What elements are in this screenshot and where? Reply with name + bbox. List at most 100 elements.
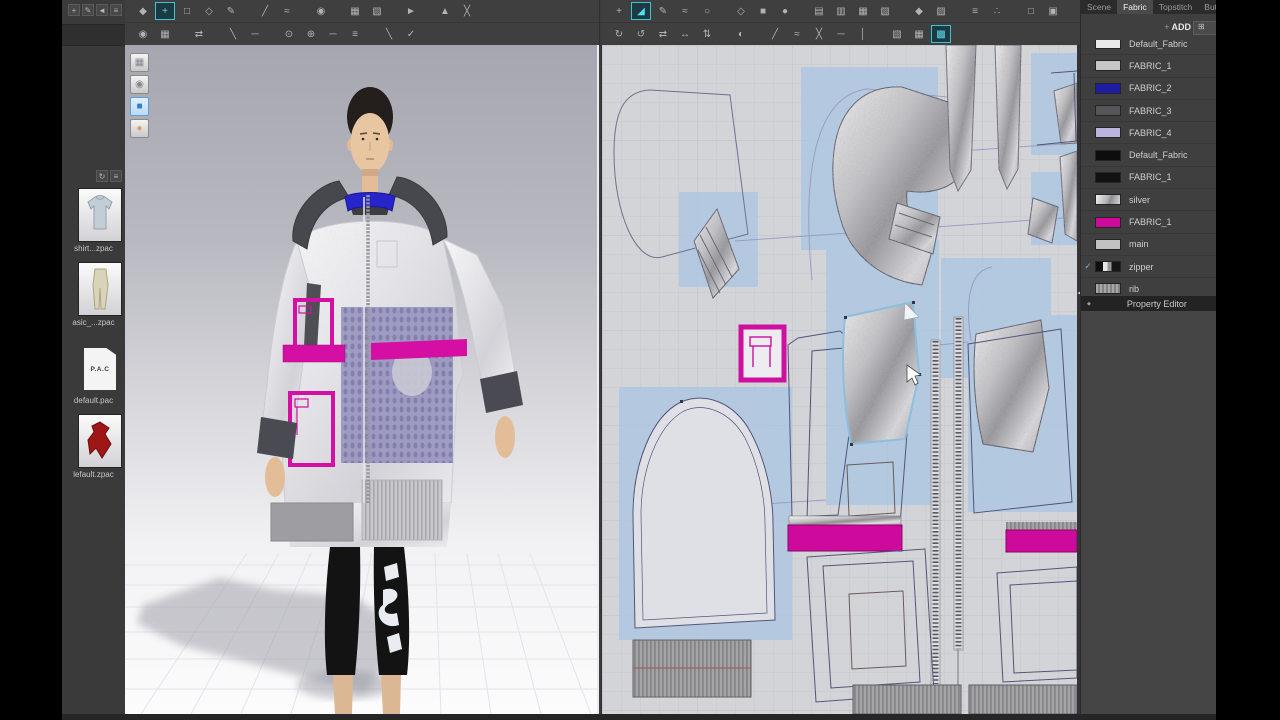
tab-fabric[interactable]: Fabric: [1117, 0, 1153, 14]
arrange-clothes-tool[interactable]: ▧: [367, 2, 387, 20]
polygon-tool[interactable]: ◇: [731, 2, 751, 20]
symmetry-tool[interactable]: ⇄: [189, 25, 209, 43]
edit-curve-tool[interactable]: ≈: [675, 2, 695, 20]
edit-pattern-tool[interactable]: ◢: [631, 2, 651, 20]
library-menu-icon[interactable]: ≡: [110, 4, 122, 16]
copy-fabric-button[interactable]: ⊞: [1193, 21, 1216, 35]
pants-thumbnail[interactable]: [78, 262, 122, 316]
colorway-tool[interactable]: ▩: [931, 25, 951, 43]
pac-file-thumbnail[interactable]: P.A.C: [78, 344, 122, 394]
pattern-piece-magenta-pocket[interactable]: [741, 327, 784, 380]
rectangle-tool[interactable]: ■: [753, 2, 773, 20]
pattern-piece-zipper-a[interactable]: [931, 340, 940, 685]
measure-tape-tool[interactable]: ─: [245, 25, 265, 43]
viewport-3d[interactable]: ▦ ◉ ■ ●: [125, 45, 599, 714]
fabric-row[interactable]: Default_Fabric: [1081, 40, 1216, 55]
pattern-piece-strip-1[interactable]: [946, 45, 976, 191]
show-head-button[interactable]: ●: [130, 119, 149, 138]
show-clothes-toggle[interactable]: ▦: [155, 25, 175, 43]
needle-tool[interactable]: ╲: [379, 25, 399, 43]
free-sew-tool[interactable]: ≈: [787, 25, 807, 43]
fold-arrange-tool[interactable]: ▦: [345, 2, 365, 20]
add-point-tool[interactable]: ○: [697, 2, 717, 20]
fabric-row[interactable]: silver: [1081, 189, 1216, 211]
add-fabric-button[interactable]: +ADD: [1164, 22, 1191, 32]
button-tool[interactable]: ⊙: [279, 25, 299, 43]
viewport-3d-canvas[interactable]: [125, 45, 597, 714]
transform-pattern-tool[interactable]: +: [609, 2, 629, 20]
fabric-row[interactable]: main: [1081, 234, 1216, 256]
library-item-pants[interactable]: asic_...zpac: [62, 262, 125, 327]
pattern-piece-rib-center[interactable]: [853, 685, 961, 714]
topstitch-tool[interactable]: ─: [323, 25, 343, 43]
edit-sew-tool[interactable]: ─: [831, 25, 851, 43]
fabric-row[interactable]: FABRIC_1: [1081, 55, 1216, 77]
seam-dart-tool[interactable]: ▧: [875, 2, 895, 20]
sew-free-tool[interactable]: ≈: [277, 2, 297, 20]
viewport-2d-canvas[interactable]: [602, 45, 1077, 714]
scissors-tool[interactable]: ╳: [457, 2, 477, 20]
avatar-walk-tool[interactable]: ►: [401, 2, 421, 20]
edit-point-tool[interactable]: ✎: [653, 2, 673, 20]
layer-clone-tool[interactable]: ⇅: [697, 25, 717, 43]
folded-dart-tool[interactable]: ▥: [831, 2, 851, 20]
mirror-paste-tool[interactable]: ↔: [675, 25, 695, 43]
fabric-row[interactable]: rib: [1081, 278, 1216, 296]
fold-tool[interactable]: ↺: [631, 25, 651, 43]
unfold-tool[interactable]: ↻: [609, 25, 629, 43]
fabric-row[interactable]: FABRIC_1: [1081, 211, 1216, 233]
library-add-icon[interactable]: +: [68, 4, 80, 16]
zipper-tool[interactable]: ≡: [345, 25, 365, 43]
fabric-row[interactable]: Default_Fabric: [1081, 144, 1216, 166]
tab-scene[interactable]: Scene: [1081, 0, 1117, 14]
grading-edit-tool[interactable]: ▣: [1043, 2, 1063, 20]
fabric-row[interactable]: FABRIC_4: [1081, 122, 1216, 144]
fabric-row[interactable]: ✓ zipper: [1081, 256, 1216, 278]
library-listview-icon[interactable]: ≡: [110, 170, 122, 182]
show-fabric-button[interactable]: ■: [130, 97, 149, 116]
sew-segment-tool[interactable]: ╱: [255, 2, 275, 20]
mn-sew-tool[interactable]: ╳: [809, 25, 829, 43]
pattern-piece-zipper-b[interactable]: [954, 317, 963, 690]
library-item-garment[interactable]: lefault.zpac: [62, 414, 125, 479]
tack-tool[interactable]: ✓: [401, 25, 421, 43]
show-garment-button[interactable]: ▦: [130, 53, 149, 72]
show-texture-tool[interactable]: ▦: [909, 25, 929, 43]
pattern-piece-rib-right[interactable]: [969, 685, 1077, 714]
buttonhole-tool[interactable]: ⊕: [301, 25, 321, 43]
pin-tool[interactable]: ◉: [311, 2, 331, 20]
property-editor-bar[interactable]: ◆ Property Editor: [1081, 296, 1216, 311]
sew-direction-tool[interactable]: │: [853, 25, 873, 43]
cut-sew-tool[interactable]: ▨: [931, 2, 951, 20]
grading-tool[interactable]: □: [1021, 2, 1041, 20]
show-avatar-button[interactable]: ◉: [130, 75, 149, 94]
flat-pattern-tool[interactable]: ∴: [987, 2, 1007, 20]
tab-topstitch[interactable]: Topstitch: [1153, 0, 1199, 14]
flip-tool[interactable]: ◐: [731, 25, 751, 43]
trace-tool[interactable]: ◆: [909, 2, 929, 20]
fabric-row[interactable]: FABRIC_2: [1081, 78, 1216, 100]
library-item-shirt[interactable]: shirt...zpac: [62, 188, 125, 253]
dart-tool[interactable]: ▤: [809, 2, 829, 20]
circle-tool[interactable]: ●: [775, 2, 795, 20]
pleats-tool[interactable]: ≡: [965, 2, 985, 20]
tab-button[interactable]: Butto: [1198, 0, 1216, 14]
library-edit-icon[interactable]: ✎: [82, 4, 94, 16]
select-pen-tool[interactable]: ✎: [221, 2, 241, 20]
pattern-piece-rib-left[interactable]: [633, 640, 751, 697]
edit-texture-tool[interactable]: ▧: [887, 25, 907, 43]
garment-thumbnail[interactable]: [78, 414, 122, 468]
library-item-pac[interactable]: P.A.C default.pac: [62, 344, 125, 405]
measure-edge-tool[interactable]: ╲: [223, 25, 243, 43]
fabric-row[interactable]: FABRIC_1: [1081, 167, 1216, 189]
symmetric-pattern-tool[interactable]: ⇄: [653, 25, 673, 43]
avatar-pose-tool[interactable]: ▲: [435, 2, 455, 20]
select-move-tool[interactable]: +: [155, 2, 175, 20]
pattern-piece-hem-center[interactable]: [788, 516, 902, 551]
fabric-row[interactable]: FABRIC_3: [1081, 100, 1216, 122]
shirt-thumbnail[interactable]: [78, 188, 122, 242]
pattern-piece-strip-2[interactable]: [995, 45, 1021, 189]
pattern-piece-hem-right[interactable]: [1006, 522, 1077, 552]
library-refresh-icon[interactable]: ↻: [96, 170, 108, 182]
select-box-tool[interactable]: □: [177, 2, 197, 20]
